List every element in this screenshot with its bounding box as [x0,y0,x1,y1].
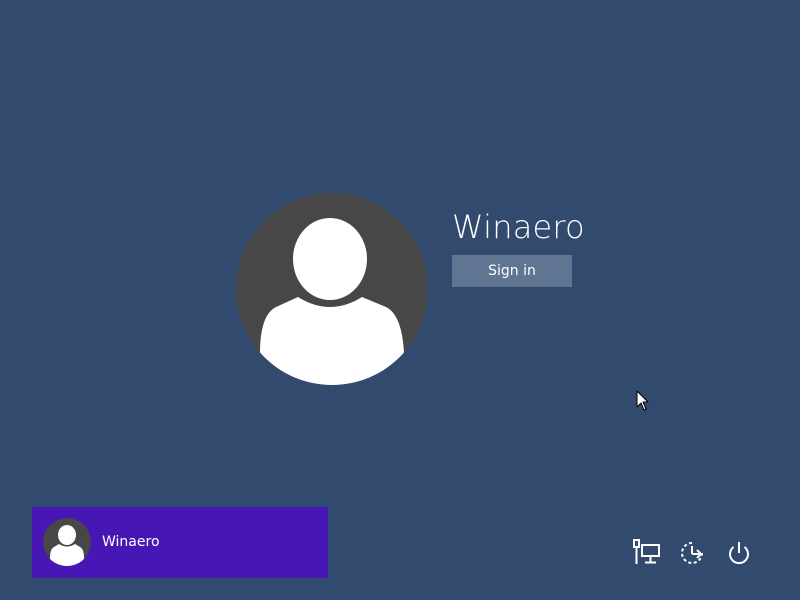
power-icon[interactable] [724,538,754,568]
lock-screen: { "user": { "name": "Winaero", "sign_in_… [0,0,800,600]
user-tile-name: Winaero [102,534,160,550]
mouse-cursor-icon [636,390,650,412]
user-name: Winaero [452,208,585,246]
user-avatar-small [43,518,91,566]
user-avatar-large [236,193,428,385]
user-silhouette-icon [50,525,84,566]
user-silhouette-icon [260,218,404,385]
ease-of-access-icon[interactable] [677,538,707,568]
sign-in-button[interactable]: Sign in [452,255,572,287]
user-tile[interactable]: Winaero [32,507,328,578]
network-icon[interactable] [632,538,662,568]
